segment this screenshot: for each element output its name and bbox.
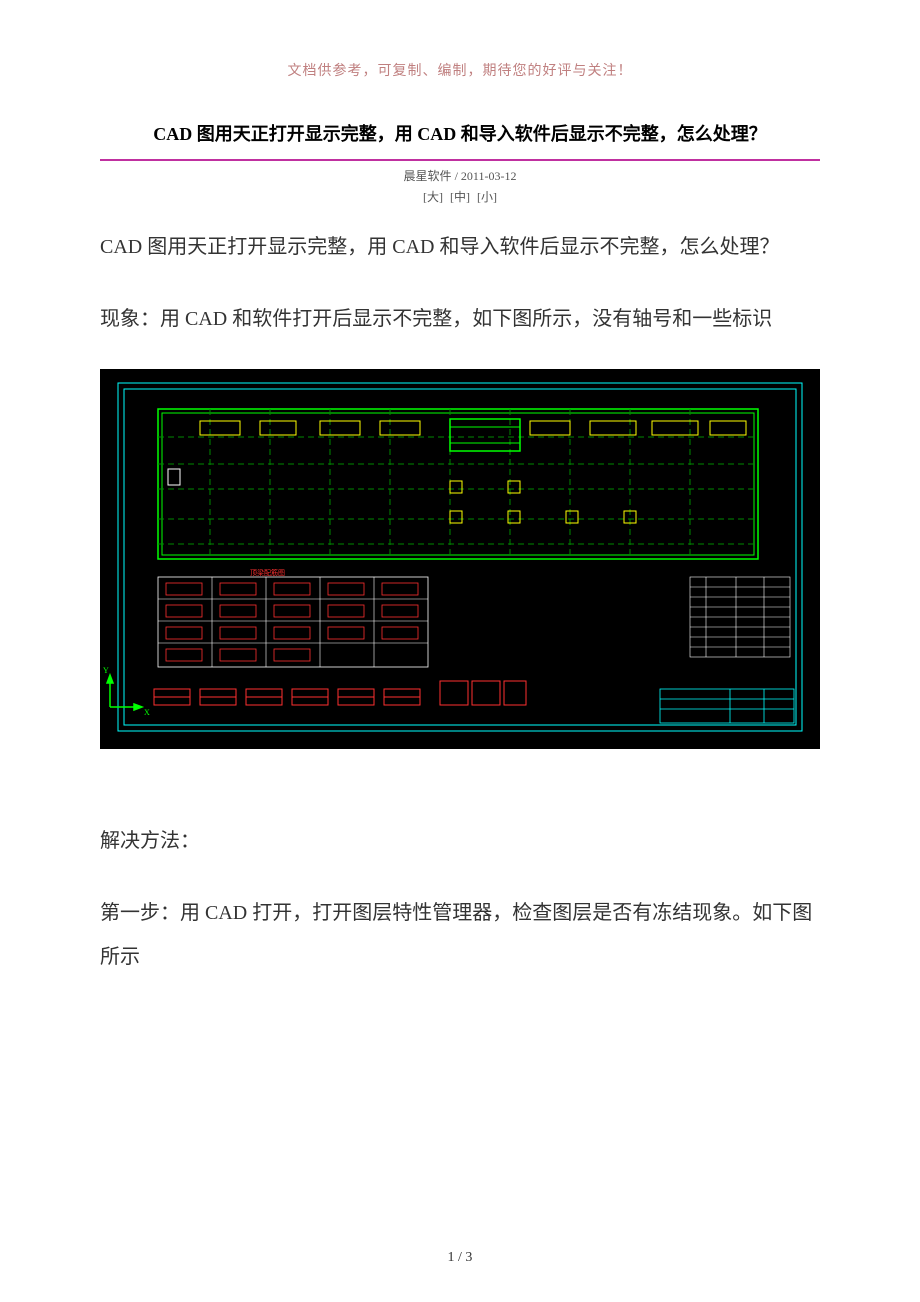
paragraph-question: CAD 图用天正打开显示完整，用 CAD 和导入软件后显示不完整，怎么处理？ xyxy=(100,225,820,269)
cad-drawing-svg: Y X 顶梁配筋图 xyxy=(100,369,820,749)
svg-text:Y: Y xyxy=(103,666,109,675)
font-size-links: [大] [中] [小] xyxy=(100,188,820,205)
paragraph-phenomenon: 现象：用 CAD 和软件打开后显示不完整，如下图所示，没有轴号和一些标识 xyxy=(100,297,820,341)
page-number: 1 / 3 xyxy=(0,1250,920,1266)
meta-source: 晨星软件 xyxy=(404,169,452,183)
size-small-link[interactable]: [小] xyxy=(477,190,497,204)
paragraph-step1: 第一步：用 CAD 打开，打开图层特性管理器，检查图层是否有冻结现象。如下图所示 xyxy=(100,891,820,979)
article-meta: 晨星软件 / 2011-03-12 xyxy=(100,167,820,184)
meta-date: 2011-03-12 xyxy=(461,169,517,183)
cad-label: 顶梁配筋图 xyxy=(250,568,285,577)
meta-sep: / xyxy=(452,169,461,183)
divider xyxy=(100,159,820,161)
cad-screenshot-figure: Y X 顶梁配筋图 xyxy=(100,369,820,749)
svg-text:X: X xyxy=(144,708,150,717)
header-note: 文档供参考，可复制、编制，期待您的好评与关注！ xyxy=(100,60,820,80)
article-title: CAD 图用天正打开显示完整，用 CAD 和导入软件后显示不完整，怎么处理？ xyxy=(100,120,820,149)
size-large-link[interactable]: [大] xyxy=(423,190,443,204)
size-medium-link[interactable]: [中] xyxy=(450,190,470,204)
paragraph-solution-heading: 解决方法： xyxy=(100,819,820,863)
